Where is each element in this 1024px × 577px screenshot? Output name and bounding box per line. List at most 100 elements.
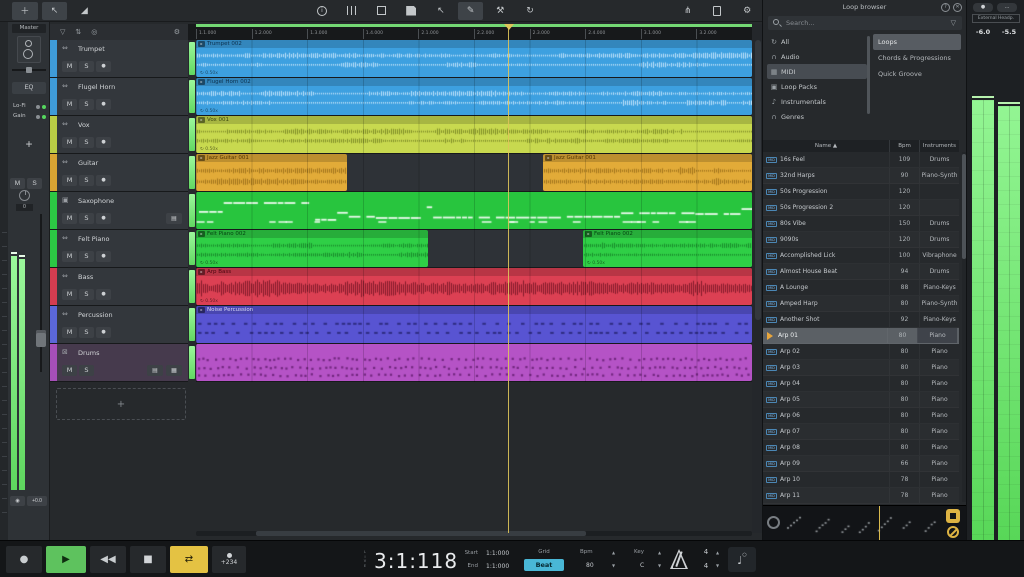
effect-power-led[interactable]: [42, 115, 46, 119]
mixer-icon[interactable]: [339, 2, 365, 20]
record-arm-button[interactable]: ●: [96, 251, 111, 262]
loop-row[interactable]: MID32nd Harps90Piano-Synth: [763, 168, 959, 184]
master-output-icon-button[interactable]: ◉: [10, 496, 25, 506]
metronome-icon[interactable]: [668, 548, 690, 570]
loop-row[interactable]: MIDArp 0580Piano: [763, 392, 959, 408]
wrench-tool-icon[interactable]: ⚒: [487, 2, 513, 20]
volume-slider-handle[interactable]: [36, 330, 46, 347]
loop-row[interactable]: MIDArp 0966Piano: [763, 456, 959, 472]
key-value[interactable]: C: [640, 562, 644, 569]
loop-row[interactable]: MID50s Progression120: [763, 184, 959, 200]
track-header-trumpet[interactable]: ⇔TrumpetMS●: [50, 40, 188, 78]
audio-clip[interactable]: ▸Felt Piano 002↻ 0.50x: [196, 230, 428, 267]
loop-row[interactable]: Arp 0180Piano: [763, 328, 959, 344]
track-header-flugel-horn[interactable]: ⇔Flugel HornMS●: [50, 78, 188, 116]
solo-button[interactable]: S: [79, 327, 94, 338]
cursor-tool-icon[interactable]: ↖: [42, 2, 68, 20]
speaker-icon[interactable]: [17, 36, 41, 63]
mute-button[interactable]: M: [62, 99, 77, 110]
filter-icon[interactable]: ▽: [951, 19, 956, 27]
solo-button[interactable]: S: [79, 61, 94, 72]
track-drag-icon[interactable]: ⇔: [62, 44, 68, 52]
piano-roll-icon[interactable]: ▤: [147, 365, 163, 376]
category-audio[interactable]: ∩Audio: [767, 49, 867, 64]
master-gain-readout[interactable]: +0.0: [27, 496, 47, 506]
count-in-button[interactable]: +234: [212, 546, 246, 573]
loop-row[interactable]: MIDAccomplished Lick100Vibraphone: [763, 248, 959, 264]
record-arm-button[interactable]: ●: [96, 289, 111, 300]
time-display[interactable]: 3:1:118: [374, 549, 458, 573]
audio-clip[interactable]: ▸Jazz Guitar 001: [196, 154, 347, 191]
audio-clip[interactable]: ▸Flugel Horn 002↻ 0.50x: [196, 78, 752, 115]
routing-tree-icon[interactable]: ⋔: [675, 2, 701, 20]
solo-button[interactable]: S: [79, 213, 94, 224]
fade-tool-icon[interactable]: ◢: [71, 2, 97, 20]
preview-info-icon[interactable]: [767, 516, 780, 529]
loop-range-bar[interactable]: [196, 24, 752, 27]
audio-clip[interactable]: ▸Arp Bass↻ 0.50x: [196, 268, 752, 305]
midi-clip[interactable]: [196, 192, 752, 229]
loop-row[interactable]: MIDArp 0480Piano: [763, 376, 959, 392]
category-instrumentals[interactable]: ♪Instrumentals: [767, 94, 867, 109]
audio-clip[interactable]: ▸Noise Percussion: [196, 306, 752, 343]
mute-button[interactable]: M: [62, 251, 77, 262]
record-arm-button[interactable]: ●: [96, 137, 111, 148]
record-arm-button[interactable]: ●: [96, 327, 111, 338]
piano-roll-icon[interactable]: ▤: [166, 213, 182, 224]
solo-button[interactable]: S: [79, 99, 94, 110]
timeline-ruler[interactable]: 1.1.0001.2.0001.3.0001.4.0002.1.0002.2.0…: [188, 24, 764, 40]
mute-button[interactable]: M: [62, 137, 77, 148]
track-drag-icon[interactable]: ▣: [62, 196, 69, 204]
start-value[interactable]: 1:1:000: [486, 550, 509, 557]
track-drag-icon[interactable]: ⇔: [62, 158, 68, 166]
search-input[interactable]: [786, 16, 936, 30]
record-arm-button[interactable]: ●: [96, 175, 111, 186]
preview-stop-button[interactable]: [946, 509, 960, 523]
master-pan-fader[interactable]: [12, 69, 46, 71]
master-mute-button[interactable]: M: [10, 178, 25, 189]
output-device-label[interactable]: External Headp.: [972, 14, 1020, 23]
loop-row[interactable]: MIDA Lounge88Piano-Keys: [763, 280, 959, 296]
stop-button[interactable]: ■: [130, 546, 166, 573]
track-header-vox[interactable]: ⇔VoxMS●: [50, 116, 188, 154]
loop-row[interactable]: MIDArp 0280Piano: [763, 344, 959, 360]
effect-gear-icon[interactable]: [36, 115, 40, 119]
category-genres[interactable]: ∩Genres: [767, 109, 867, 124]
master-solo-button[interactable]: S: [27, 178, 42, 189]
column-instruments[interactable]: Instruments: [919, 140, 959, 152]
solo-button[interactable]: S: [79, 251, 94, 262]
grid-icon[interactable]: ▦: [166, 365, 182, 376]
pan-knob[interactable]: [19, 190, 30, 201]
collection-quick-groove[interactable]: Quick Groove: [873, 66, 961, 82]
track-drag-icon[interactable]: ⇔: [62, 272, 68, 280]
mute-button[interactable]: M: [62, 289, 77, 300]
loop-row[interactable]: MID80s Vibe150Drums: [763, 216, 959, 232]
loop-row[interactable]: MID16s Feel109Drums: [763, 152, 959, 168]
effect-gear-icon[interactable]: [36, 105, 40, 109]
bpm-up-icon[interactable]: ▲: [612, 550, 615, 555]
solo-button[interactable]: S: [79, 175, 94, 186]
rewind-button[interactable]: ◀◀: [90, 546, 126, 573]
record-mode-icon[interactable]: ◎: [91, 28, 97, 36]
effect-slot-lofi[interactable]: Lo-Fi: [12, 102, 46, 111]
track-header-drums[interactable]: ⊠DrumsMS▦▤: [50, 344, 188, 382]
signature-up-icon[interactable]: ▲: [716, 550, 719, 555]
mute-button[interactable]: M: [62, 61, 77, 72]
grid-beat-button[interactable]: Beat: [524, 559, 564, 571]
loop-row[interactable]: MIDArp 0780Piano: [763, 424, 959, 440]
playhead-marker[interactable]: [504, 24, 514, 30]
add-track-button[interactable]: +: [56, 388, 186, 420]
mute-button[interactable]: M: [62, 213, 77, 224]
effect-power-led[interactable]: [42, 105, 46, 109]
bpm-value[interactable]: 80: [586, 562, 594, 569]
loop-row[interactable]: MID50s Progression 2120: [763, 200, 959, 216]
tempo-base-button[interactable]: ♩○: [728, 547, 756, 572]
track-header-felt-piano[interactable]: ⇔Felt PianoMS●: [50, 230, 188, 268]
track-header-guitar[interactable]: ⇔GuitarMS●: [50, 154, 188, 192]
master-volume-slider[interactable]: [36, 214, 46, 372]
loop-row[interactable]: MIDArp 0380Piano: [763, 360, 959, 376]
loop-row[interactable]: MIDArp 0880Piano: [763, 440, 959, 456]
collection-loops[interactable]: Loops: [873, 34, 961, 50]
loop-row[interactable]: MIDArp 1078Piano: [763, 472, 959, 488]
key-up-icon[interactable]: ▲: [658, 550, 661, 555]
